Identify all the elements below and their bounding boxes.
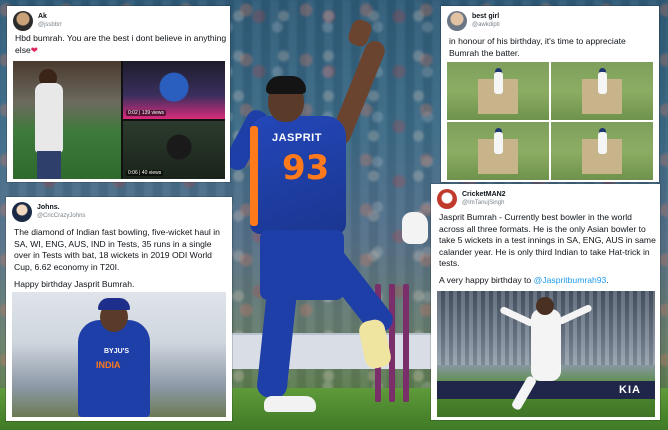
handle[interactable]: @ImTanujSingh [462,199,506,208]
tweet-media[interactable]: BYJU'S INDIA [12,292,226,417]
display-name[interactable]: Johns. [37,203,85,212]
sponsor-logo: BYJU'S [104,348,130,355]
video-duration-views: 0:02 | 139 views [126,110,167,116]
photo-thumbnail[interactable] [13,61,121,179]
tweet-header: best girl @awkdipti [447,10,500,32]
avatar[interactable] [12,202,32,222]
avatar[interactable] [437,189,457,209]
player-hair [266,76,306,94]
handle[interactable]: @CricCrazyJohns [37,212,85,221]
tweet-header: Johns. @CricCrazyJohns [12,201,85,223]
tweet-text-suffix: . [606,275,609,285]
jersey-number: 93 [282,148,330,188]
tweet-text: in honour of his birthday, it's time to … [449,36,626,58]
avatar[interactable] [447,11,467,31]
batting-photo[interactable] [447,62,549,120]
player-photo [531,309,561,381]
handle[interactable]: @jssbbrr [38,21,62,30]
tweet-text-2: Happy birthday Jasprit Bumrah. [14,279,135,289]
batting-photo[interactable] [551,122,653,180]
display-name[interactable]: best girl [472,12,500,21]
tweet-body: Hbd bumrah. You are the best i dont beli… [15,33,227,55]
heart-emoji-icon: ❤ [30,44,38,55]
tweet-card-johns[interactable]: Johns. @CricCrazyJohns The diamond of In… [6,197,232,421]
tweet-header: Ak @jssbbrr [13,10,62,32]
celebrating-bowler: JASPRIT 93 [222,17,412,420]
tweet-media[interactable]: 0:02 | 139 views 0:06 | 40 views [13,61,225,179]
tweet-card-best-girl[interactable]: best girl @awkdipti in honour of his bir… [441,6,659,182]
display-name[interactable]: CricketMAN2 [462,190,506,199]
batting-photo[interactable] [551,62,653,120]
tweet-text: The diamond of Indian fast bowling, five… [14,227,220,272]
tweet-card-ak[interactable]: Ak @jssbbrr Hbd bumrah. You are the best… [7,6,230,182]
player-head [536,297,554,315]
tweet-card-cricketman2[interactable]: CricketMAN2 @ImTanujSingh Jasprit Bumrah… [431,184,660,420]
display-name[interactable]: Ak [38,12,62,21]
tweet-text-2: A very happy birthday to @Jaspritbumrah9… [439,275,659,287]
avatar[interactable] [13,11,33,31]
video-thumbnail[interactable]: 0:02 | 139 views [123,61,225,119]
handle[interactable]: @awkdipti [472,21,500,30]
tweet-media-grid[interactable] [447,62,653,180]
left-shoe [264,396,316,412]
tweet-text-prefix: A very happy birthday to [439,275,534,285]
tweet-text: Jasprit Bumrah - Currently best bowler i… [439,212,656,268]
mention-link[interactable]: @Jaspritbumrah93 [534,275,607,285]
tweet-text: Hbd bumrah. You are the best i dont beli… [15,33,230,56]
video-duration-views: 0:06 | 40 views [126,170,164,176]
team-name: INDIA [96,360,121,370]
cap [98,298,130,310]
sponsor-board-text: KIA [619,384,641,396]
tweet-media[interactable]: KIA [437,291,655,417]
batting-photo[interactable] [447,122,549,180]
video-thumbnail[interactable]: 0:06 | 40 views [123,121,225,179]
jersey-name: JASPRIT [272,132,322,144]
tweet-header: CricketMAN2 @ImTanujSingh [437,188,506,210]
